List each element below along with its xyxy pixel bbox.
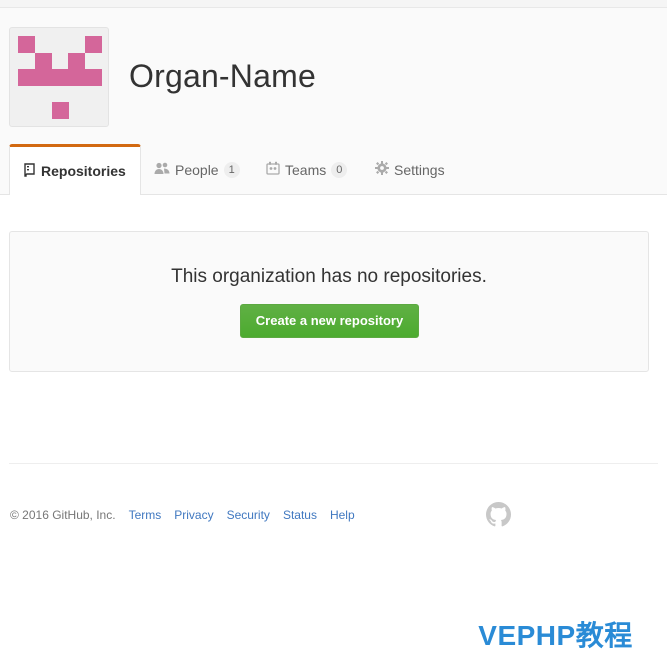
teams-count-badge: 0 xyxy=(331,161,348,178)
footer-copyright: © 2016 GitHub, Inc. xyxy=(10,508,116,522)
github-octocat-icon[interactable] xyxy=(486,502,511,527)
org-name: Organ-Name xyxy=(129,58,316,94)
watermark-text: VEPHP教程 xyxy=(444,603,667,664)
footer: © 2016 GitHub, Inc. Terms Privacy Securi… xyxy=(10,507,368,523)
people-icon xyxy=(154,162,170,178)
org-avatar xyxy=(9,27,109,127)
identicon-icon xyxy=(18,36,102,119)
people-count-badge: 1 xyxy=(223,161,240,178)
tab-repositories[interactable]: Repositories xyxy=(9,144,141,196)
footer-link-privacy[interactable]: Privacy xyxy=(174,508,213,522)
org-tabs: Repositories People 1 Teams 0 Settings xyxy=(0,144,667,196)
footer-link-status[interactable]: Status xyxy=(283,508,317,522)
blankslate: This organization has no repositories. C… xyxy=(9,231,649,372)
main-content: This organization has no repositories. C… xyxy=(0,195,667,465)
footer-link-security[interactable]: Security xyxy=(227,508,270,522)
tab-settings[interactable]: Settings xyxy=(375,144,445,195)
repo-icon xyxy=(24,162,36,180)
top-strip xyxy=(0,0,667,8)
teams-icon xyxy=(266,161,280,178)
tab-label-teams: Teams xyxy=(285,161,327,178)
footer-link-terms[interactable]: Terms xyxy=(129,508,162,522)
blankslate-title: This organization has no repositories. xyxy=(171,266,487,287)
create-repository-button[interactable]: Create a new repository xyxy=(240,304,419,338)
gear-icon xyxy=(375,161,389,178)
footer-divider xyxy=(9,463,658,464)
tab-teams[interactable]: Teams 0 xyxy=(266,144,348,195)
tab-label-people: People xyxy=(175,161,219,178)
tab-label-settings: Settings xyxy=(394,161,445,178)
tab-label-repositories: Repositories xyxy=(41,163,126,179)
tab-people[interactable]: People 1 xyxy=(154,144,240,195)
footer-link-help[interactable]: Help xyxy=(330,508,355,522)
